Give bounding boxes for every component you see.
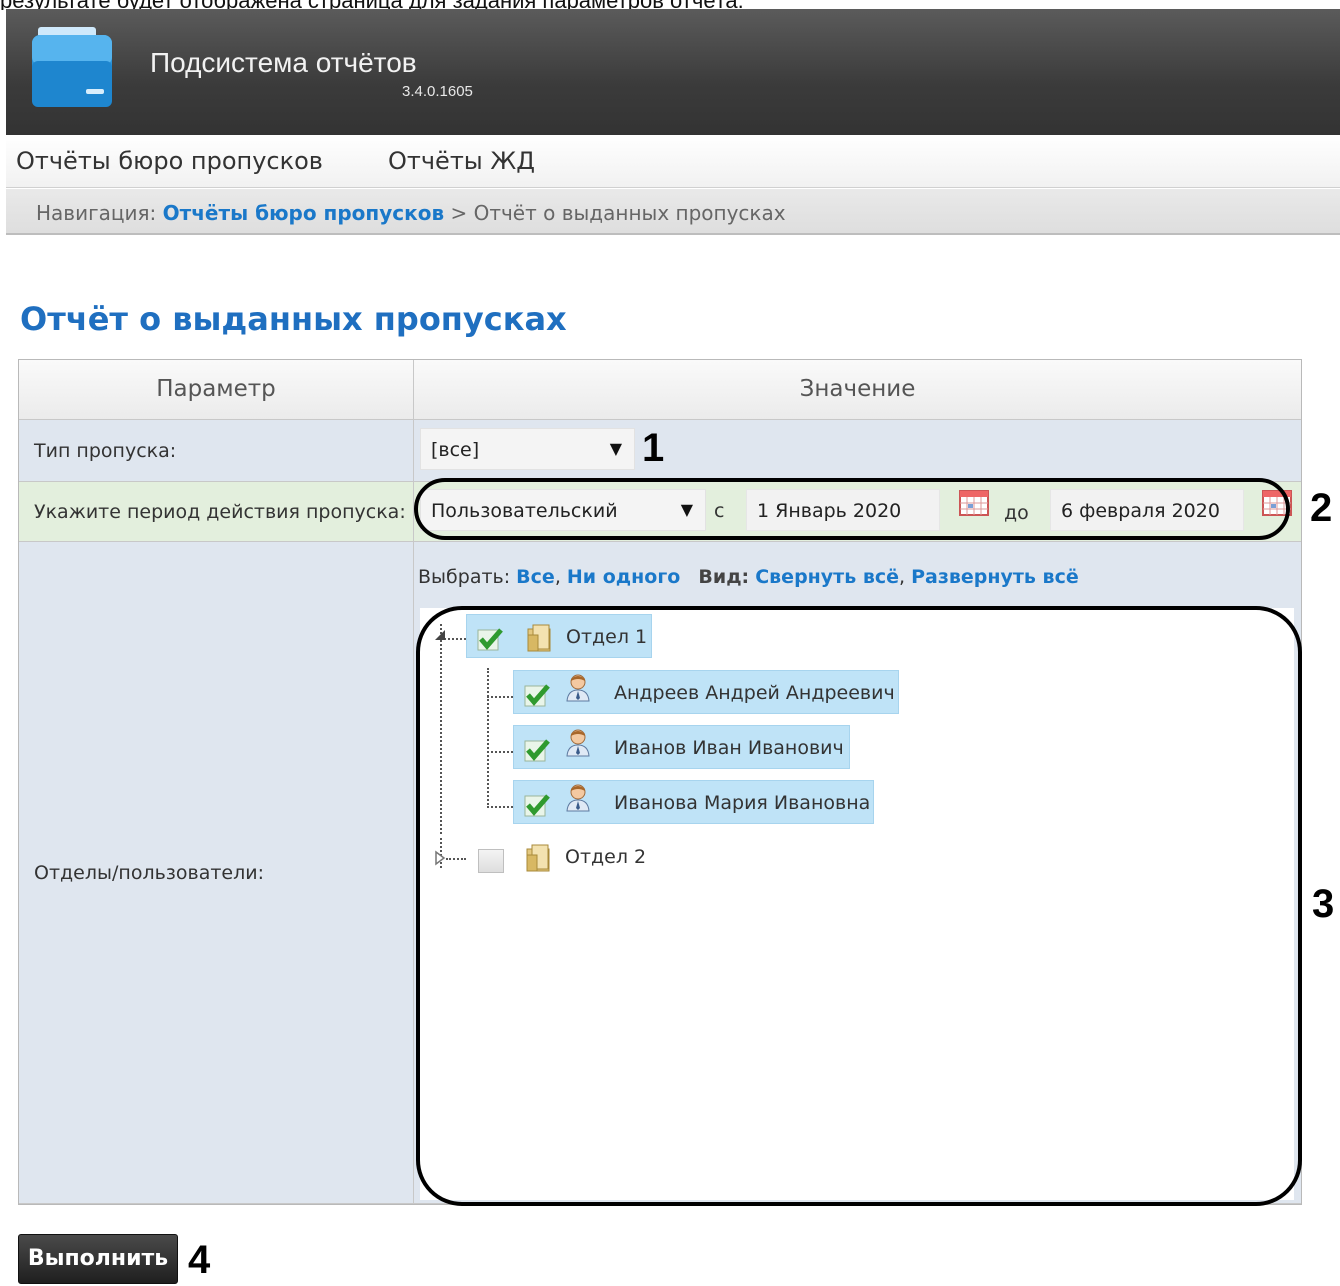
app-version: 3.4.0.1605: [402, 83, 473, 100]
main-menu: Отчёты бюро пропусков Отчёты ЖД: [6, 135, 1340, 188]
select-all-link[interactable]: Все: [516, 566, 555, 588]
breadcrumb-current: Отчёт о выданных пропусках: [473, 201, 786, 225]
callout-frame-3: [416, 606, 1302, 1206]
breadcrumb-separator: >: [450, 201, 468, 225]
collapse-all-link[interactable]: Свернуть всё: [755, 566, 899, 588]
select-none-link[interactable]: Ни одного: [567, 566, 680, 588]
callout-number-4: 4: [188, 1238, 211, 1282]
header-param: Параметр: [19, 360, 414, 420]
dropdown-arrow-icon: ▼: [609, 439, 622, 458]
breadcrumb: Навигация: Отчёты бюро пропусков > Отчёт…: [6, 189, 1340, 235]
folder-logo-icon: [32, 27, 112, 107]
row-period-label-cell: Укажите период действия пропуска:: [19, 482, 414, 542]
app-title: Подсистема отчётов: [150, 47, 417, 78]
run-button[interactable]: Выполнить: [18, 1234, 178, 1284]
pass-type-value: [все]: [431, 439, 480, 461]
app-header: Подсистема отчётов 3.4.0.1605: [6, 9, 1340, 135]
breadcrumb-label: Навигация:: [36, 201, 157, 225]
callout-number-3: 3: [1312, 882, 1335, 926]
breadcrumb-link-pass-office-reports[interactable]: Отчёты бюро пропусков: [163, 201, 445, 225]
callout-frame-2: [414, 478, 1290, 540]
callout-number-1: 1: [642, 426, 665, 470]
menu-item-railway-reports[interactable]: Отчёты ЖД: [388, 147, 535, 175]
header-value: Значение: [414, 360, 1301, 420]
callout-number-2: 2: [1310, 486, 1333, 530]
row-departments-label-cell: Отделы/пользователи:: [19, 542, 414, 1204]
row-pass-type-label-cell: Тип пропуска:: [19, 420, 414, 482]
period-label: Укажите период действия пропуска:: [34, 501, 406, 523]
menu-item-pass-office-reports[interactable]: Отчёты бюро пропусков: [16, 147, 323, 175]
select-label: Выбрать:: [418, 566, 511, 588]
tree-controls: Выбрать: Все, Ни одного Вид: Свернуть вс…: [418, 566, 1079, 588]
expand-all-link[interactable]: Развернуть всё: [911, 566, 1079, 588]
departments-label: Отделы/пользователи:: [34, 862, 265, 884]
pass-type-select[interactable]: [все] ▼: [420, 428, 635, 470]
breadcrumb-text: Навигация: Отчёты бюро пропусков > Отчёт…: [36, 201, 786, 225]
pass-type-label: Тип пропуска:: [34, 440, 177, 462]
view-label: Вид:: [698, 566, 750, 588]
page-title: Отчёт о выданных пропусках: [20, 300, 567, 338]
